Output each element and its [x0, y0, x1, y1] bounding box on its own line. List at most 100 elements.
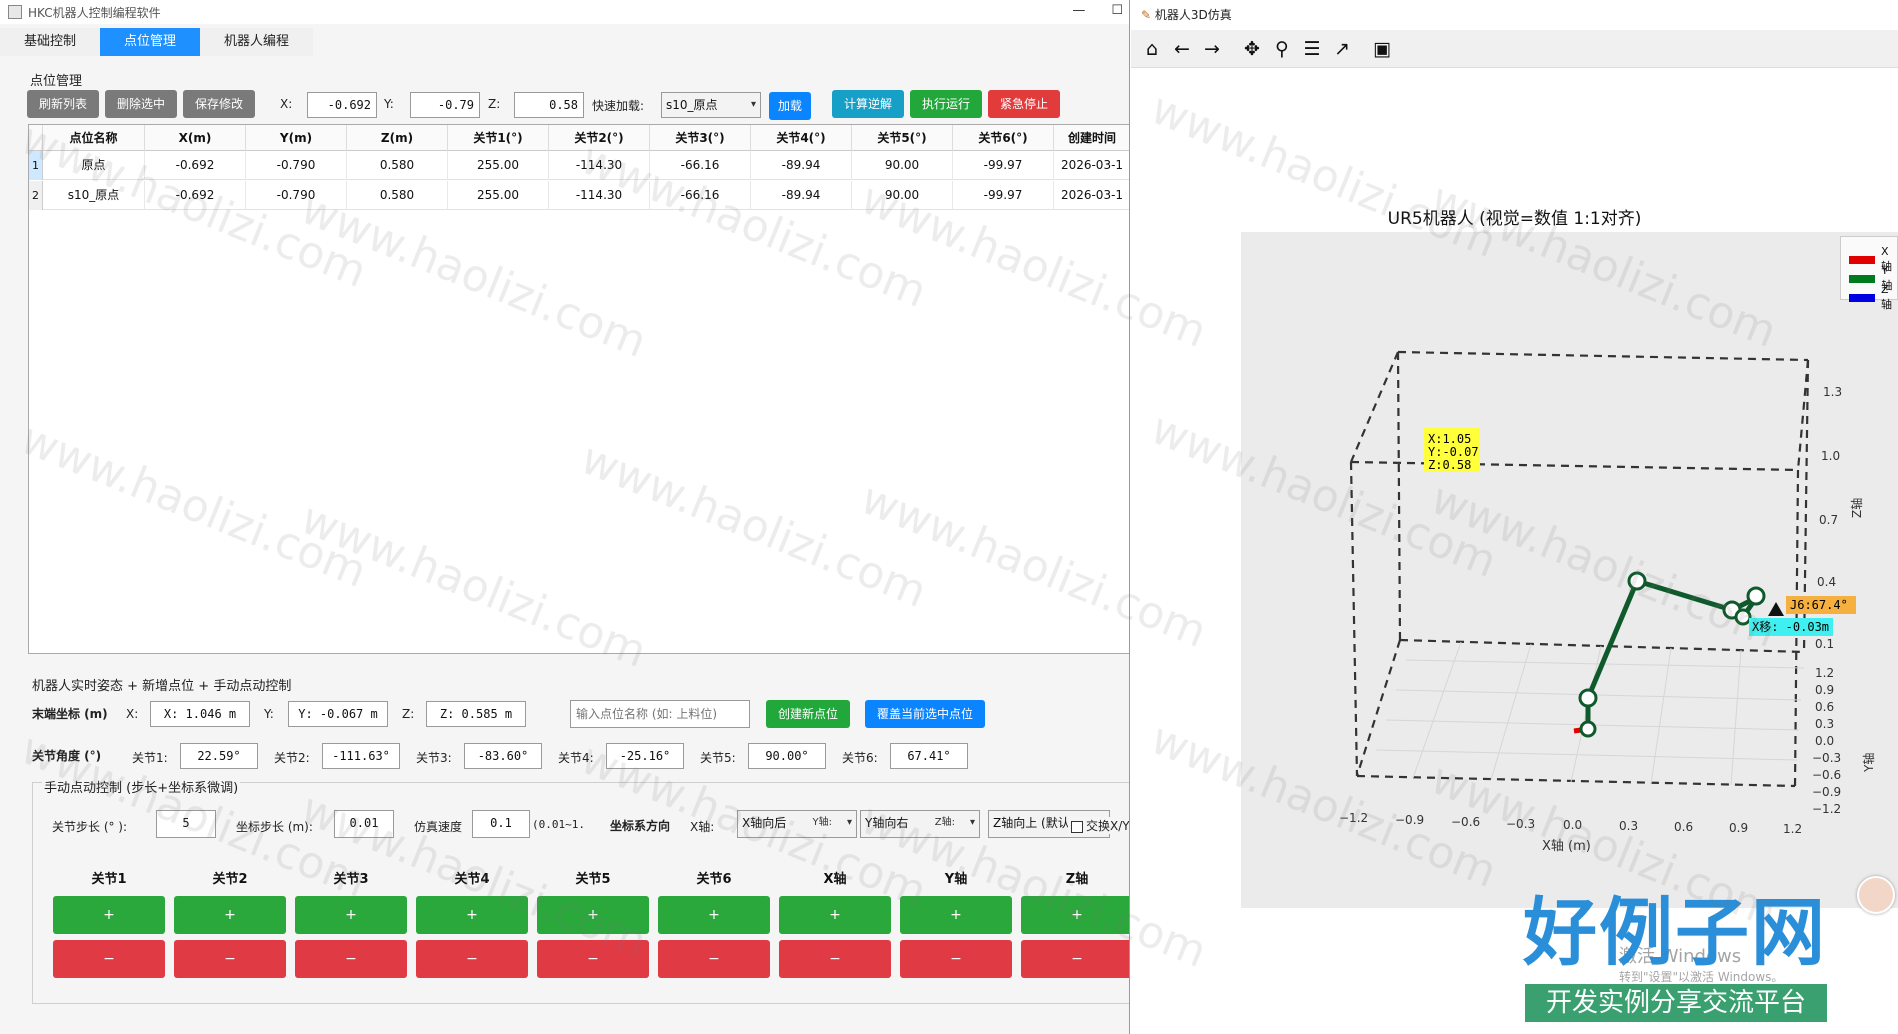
jog-joint1-plus-button[interactable]: +: [53, 896, 165, 934]
column-header[interactable]: 点位名称: [43, 125, 145, 151]
execute-run-button[interactable]: 执行运行: [910, 90, 982, 118]
x-axis-dir-select[interactable]: X轴向后 Y轴: ▾: [737, 810, 857, 838]
jog-joint5-plus-button[interactable]: +: [537, 896, 649, 934]
z-axis-dir-value: Z轴向上 (默认: [993, 816, 1070, 830]
column-header[interactable]: 关节6(°): [953, 125, 1054, 151]
jog-joint5-minus-button[interactable]: −: [537, 940, 649, 978]
robot-joint[interactable]: [1579, 720, 1597, 738]
jog-x-minus-button[interactable]: −: [779, 940, 891, 978]
jog-joint2-minus-button[interactable]: −: [174, 940, 286, 978]
joint2-label: 关节2:: [274, 751, 310, 765]
z-input[interactable]: 0.58: [514, 92, 584, 118]
robot-joint[interactable]: [1734, 608, 1752, 626]
points-table[interactable]: 点位名称 X(m) Y(m) Z(m) 关节1(°) 关节2(°) 关节3(°)…: [28, 124, 1129, 654]
checkbox-icon[interactable]: [1071, 820, 1083, 833]
table-cell[interactable]: -89.94: [751, 151, 852, 180]
table-cell[interactable]: -0.790: [246, 181, 347, 210]
jog-joint4-plus-button[interactable]: +: [416, 896, 528, 934]
table-cell[interactable]: 2026-03-1: [1054, 151, 1129, 180]
table-cell[interactable]: -0.692: [145, 181, 246, 210]
tab-robot-programming[interactable]: 机器人编程: [200, 28, 314, 56]
robot-joint[interactable]: [1746, 586, 1766, 606]
coord-step-input[interactable]: 0.01: [334, 810, 394, 838]
y-tick-label: −0.6: [1812, 768, 1841, 782]
table-cell[interactable]: -99.97: [953, 181, 1054, 210]
table-cell[interactable]: 255.00: [448, 181, 549, 210]
save-changes-button[interactable]: 保存修改: [183, 90, 255, 118]
avatar[interactable]: [1857, 876, 1895, 914]
y-tick-label: 0.0: [1815, 734, 1834, 748]
load-button[interactable]: 加载: [769, 92, 811, 120]
jog-joint6-plus-button[interactable]: +: [658, 896, 770, 934]
jog-y-plus-button[interactable]: +: [900, 896, 1012, 934]
x-tick-label: 0.0: [1563, 818, 1582, 832]
point-name-input[interactable]: [570, 700, 750, 728]
column-header[interactable]: 关节1(°): [448, 125, 549, 151]
overwrite-point-button[interactable]: 覆盖当前选中点位: [865, 700, 985, 728]
table-cell[interactable]: s10_原点: [43, 181, 145, 210]
y-tick-label: −1.2: [1812, 802, 1841, 816]
column-header[interactable]: 关节2(°): [549, 125, 650, 151]
jog-z-plus-button[interactable]: +: [1021, 896, 1129, 934]
refresh-list-button[interactable]: 刷新列表: [27, 90, 99, 118]
column-header[interactable]: 关节3(°): [650, 125, 751, 151]
table-cell[interactable]: 90.00: [852, 181, 953, 210]
table-cell[interactable]: 0.580: [347, 151, 448, 180]
table-cell[interactable]: -89.94: [751, 181, 852, 210]
joint5-value: 90.00°: [748, 743, 826, 769]
robot-3d-plot[interactable]: X:1.05 Y:-0.07 Z:0.58 J6:67.4° X移: -0.03…: [1131, 0, 1898, 1034]
legend-swatch: [1849, 255, 1875, 264]
table-cell[interactable]: -66.16: [650, 151, 751, 180]
column-header[interactable]: 关节4(°): [751, 125, 852, 151]
robot-joint[interactable]: [1578, 688, 1598, 708]
robot-joint[interactable]: [1627, 571, 1647, 591]
table-cell[interactable]: 原点: [43, 151, 145, 180]
joint-step-input[interactable]: 5: [156, 810, 216, 838]
table-row[interactable]: 2 s10_原点 -0.692 -0.790 0.580 255.00 -114…: [29, 181, 1129, 210]
x-input[interactable]: -0.692: [307, 92, 377, 118]
column-header[interactable]: Z(m): [347, 125, 448, 151]
table-cell[interactable]: 90.00: [852, 151, 953, 180]
column-header[interactable]: 关节5(°): [852, 125, 953, 151]
chevron-down-icon: ▾: [750, 99, 756, 110]
y-axis-dir-select[interactable]: Y轴向右 Z轴: ▾: [860, 810, 980, 838]
inverse-kinematics-button[interactable]: 计算逆解: [832, 90, 904, 118]
minimize-icon[interactable]: —: [1072, 3, 1085, 18]
z-label: Z:: [488, 97, 501, 111]
table-cell[interactable]: -114.30: [549, 151, 650, 180]
jog-joint6-minus-button[interactable]: −: [658, 940, 770, 978]
table-cell[interactable]: -114.30: [549, 181, 650, 210]
jog-y-minus-button[interactable]: −: [900, 940, 1012, 978]
jog-joint4-minus-button[interactable]: −: [416, 940, 528, 978]
maximize-icon[interactable]: ☐: [1111, 3, 1123, 18]
table-cell[interactable]: -0.790: [246, 151, 347, 180]
end-z-label: Z:: [402, 707, 415, 721]
jog-joint3-plus-button[interactable]: +: [295, 896, 407, 934]
swap-xy-checkbox[interactable]: 交换X/Y: [1068, 817, 1129, 834]
quick-load-select[interactable]: s10_原点 ▾: [661, 92, 761, 118]
jog-joint1-minus-button[interactable]: −: [53, 940, 165, 978]
table-cell[interactable]: -99.97: [953, 151, 1054, 180]
jog-joint3-minus-button[interactable]: −: [295, 940, 407, 978]
create-point-button[interactable]: 创建新点位: [766, 700, 850, 728]
table-row[interactable]: 1 原点 -0.692 -0.790 0.580 255.00 -114.30 …: [29, 151, 1129, 180]
tab-point-management[interactable]: 点位管理: [100, 28, 201, 56]
table-cell[interactable]: 255.00: [448, 151, 549, 180]
tab-basic-control[interactable]: 基础控制: [0, 28, 101, 56]
x-tick-label: 0.3: [1619, 819, 1638, 833]
y-input[interactable]: -0.79: [410, 92, 480, 118]
column-header[interactable]: 创建时间: [1054, 125, 1129, 151]
jog-x-plus-button[interactable]: +: [779, 896, 891, 934]
delete-selected-button[interactable]: 删除选中: [105, 90, 177, 118]
table-cell[interactable]: 2026-03-1: [1054, 181, 1129, 210]
tab-bar: 基础控制 点位管理 机器人编程: [0, 28, 314, 56]
table-cell[interactable]: -66.16: [650, 181, 751, 210]
column-header[interactable]: X(m): [145, 125, 246, 151]
table-cell[interactable]: 0.580: [347, 181, 448, 210]
emergency-stop-button[interactable]: 紧急停止: [988, 90, 1060, 118]
jog-z-minus-button[interactable]: −: [1021, 940, 1129, 978]
table-cell[interactable]: -0.692: [145, 151, 246, 180]
sim-speed-input[interactable]: 0.1: [472, 810, 530, 838]
jog-joint2-plus-button[interactable]: +: [174, 896, 286, 934]
column-header[interactable]: Y(m): [246, 125, 347, 151]
